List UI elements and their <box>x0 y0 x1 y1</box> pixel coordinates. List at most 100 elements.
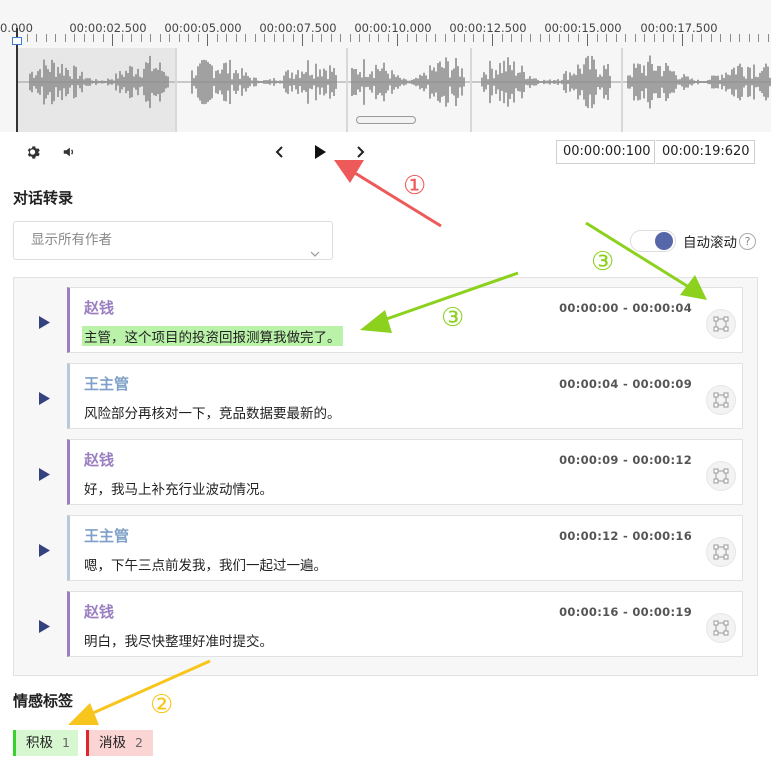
timeline-label: 00:00:12.500 <box>449 21 527 35</box>
utterance-timestamp: 00:00:04 - 00:00:09 <box>559 377 692 391</box>
gear-icon[interactable] <box>22 141 44 163</box>
utterance-text: 明白，我尽快整理好准时提交。 <box>84 634 273 650</box>
timeline-tick <box>245 34 246 42</box>
timeline-tick <box>169 34 170 42</box>
timeline-ticks <box>0 34 771 48</box>
annotation-marker: ① <box>403 171 427 201</box>
play-segment-icon[interactable] <box>38 314 50 333</box>
timeline-tick <box>311 34 313 42</box>
timeline-label: 00:00:15.000 <box>544 21 622 35</box>
chevron-right-icon[interactable] <box>349 141 371 163</box>
timeline-tick <box>511 34 512 42</box>
timeline-tick <box>121 34 123 42</box>
author-filter-select[interactable]: 显示所有作者 <box>13 221 333 260</box>
timeline-tick <box>387 34 389 42</box>
select-segment-icon[interactable] <box>706 613 736 643</box>
timeline-tick <box>131 34 132 42</box>
sentiment-tag-negative[interactable]: 消极 2 <box>86 730 153 756</box>
timeline-tick <box>748 34 750 42</box>
timeline-tick <box>539 34 541 42</box>
timeline-tick <box>577 34 579 42</box>
help-icon[interactable]: ? <box>739 232 756 250</box>
timeline-tick <box>112 34 113 46</box>
timeline-tick <box>188 34 189 42</box>
tag-label: 积极 <box>26 735 53 751</box>
timeline-tick <box>254 34 256 42</box>
sentiment-tag-positive[interactable]: 积极 1 <box>13 730 78 756</box>
timeline-ruler[interactable]: 0.000 00:00:02.500 00:00:05.000 00:00:07… <box>0 0 771 48</box>
tag-count: 2 <box>135 735 143 750</box>
utterance-timestamp: 00:00:12 - 00:00:16 <box>559 529 692 543</box>
transcript-row: 赵钱 好，我马上补充行业波动情况。 00:00:09 - 00:00:12 <box>14 439 759 507</box>
speaker-name: 赵钱 <box>84 299 115 317</box>
timeline-tick <box>454 34 455 42</box>
play-segment-icon[interactable] <box>38 390 50 409</box>
select-segment-icon[interactable] <box>706 309 736 339</box>
timeline-tick <box>264 34 265 42</box>
select-segment-icon[interactable] <box>706 461 736 491</box>
transcript-row: 赵钱 明白，我尽快整理好准时提交。 00:00:16 - 00:00:19 <box>14 591 759 659</box>
timeline-tick <box>739 34 740 42</box>
play-segment-icon[interactable] <box>38 466 50 485</box>
timeline-tick <box>273 34 275 42</box>
utterance-card[interactable]: 赵钱 明白，我尽快整理好准时提交。 00:00:16 - 00:00:19 <box>67 591 743 657</box>
timeline-tick <box>587 34 588 46</box>
timeline-tick <box>55 34 56 42</box>
timeline-tick <box>482 34 484 42</box>
timeline-tick <box>340 34 341 42</box>
timeline-tick <box>568 34 569 42</box>
timeline-tick <box>615 34 617 42</box>
utterance-card[interactable]: 赵钱 好，我马上补充行业波动情况。 00:00:09 - 00:00:12 <box>67 439 743 505</box>
timeline-tick <box>378 34 379 42</box>
volume-icon[interactable] <box>58 141 80 163</box>
waveform-panel[interactable]: 0.000 00:00:02.500 00:00:05.000 00:00:07… <box>0 0 771 132</box>
timeline-label: 00:00:05.000 <box>164 21 242 35</box>
timeline-tick <box>473 34 474 42</box>
select-segment-icon[interactable] <box>706 537 736 567</box>
timeline-tick <box>349 34 351 42</box>
toggle-knob <box>655 232 673 250</box>
timeline-tick <box>302 34 303 46</box>
autoscroll-control: 自动滚动 ? <box>630 229 756 253</box>
timeline-tick <box>45 34 47 42</box>
utterance-card[interactable]: 赵钱 主管，这个项目的投资回报测算我做完了。 00:00:00 - 00:00:… <box>67 287 743 353</box>
timeline-tick <box>207 34 208 46</box>
timeline-tick <box>425 34 427 42</box>
timeline-tick <box>397 34 398 46</box>
timeline-tick <box>606 34 607 42</box>
utterance-timestamp: 00:00:00 - 00:00:04 <box>559 301 692 315</box>
play-icon[interactable] <box>309 141 331 163</box>
transcript-row: 王主管 风险部分再核对一下，竞品数据要最新的。 00:00:04 - 00:00… <box>14 363 759 431</box>
timeline-tick <box>235 34 237 42</box>
timeline-tick <box>64 34 66 42</box>
timeline-tick <box>710 34 712 42</box>
author-filter-placeholder: 显示所有作者 <box>31 232 112 248</box>
transcript-title: 对话转录 <box>13 189 74 207</box>
select-segment-icon[interactable] <box>706 385 736 415</box>
timeline-tick <box>729 34 731 42</box>
annotation-marker: ③ <box>441 303 465 333</box>
timeline-tick <box>663 34 664 42</box>
timeline-tick <box>140 34 142 42</box>
timeline-label: 00:00:10.000 <box>354 21 432 35</box>
timeline-tick <box>150 34 151 42</box>
timeline-tick <box>549 34 550 42</box>
utterance-text: 风险部分再核对一下，竞品数据要最新的。 <box>84 406 341 422</box>
waveform-scrollbar[interactable] <box>356 116 416 124</box>
timeline-tick <box>530 34 531 42</box>
chevron-left-icon[interactable] <box>269 141 291 163</box>
autoscroll-toggle[interactable] <box>630 230 676 252</box>
timeline-label: 00:00:07.500 <box>259 21 337 35</box>
timeline-tick <box>159 34 161 42</box>
transcript-row: 赵钱 主管，这个项目的投资回报测算我做完了。 00:00:00 - 00:00:… <box>14 287 759 355</box>
timeline-tick <box>226 34 227 42</box>
utterance-card[interactable]: 王主管 嗯，下午三点前发我，我们一起过一遍。 00:00:12 - 00:00:… <box>67 515 743 581</box>
autoscroll-label: 自动滚动 <box>683 235 737 251</box>
utterance-text: 嗯，下午三点前发我，我们一起过一遍。 <box>84 558 327 574</box>
utterance-card[interactable]: 王主管 风险部分再核对一下，竞品数据要最新的。 00:00:04 - 00:00… <box>67 363 743 429</box>
annotation-arrow-red <box>349 168 442 228</box>
playhead-handle[interactable] <box>12 37 22 45</box>
play-segment-icon[interactable] <box>38 542 50 561</box>
play-segment-icon[interactable] <box>38 618 50 637</box>
timeline-tick <box>93 34 94 42</box>
